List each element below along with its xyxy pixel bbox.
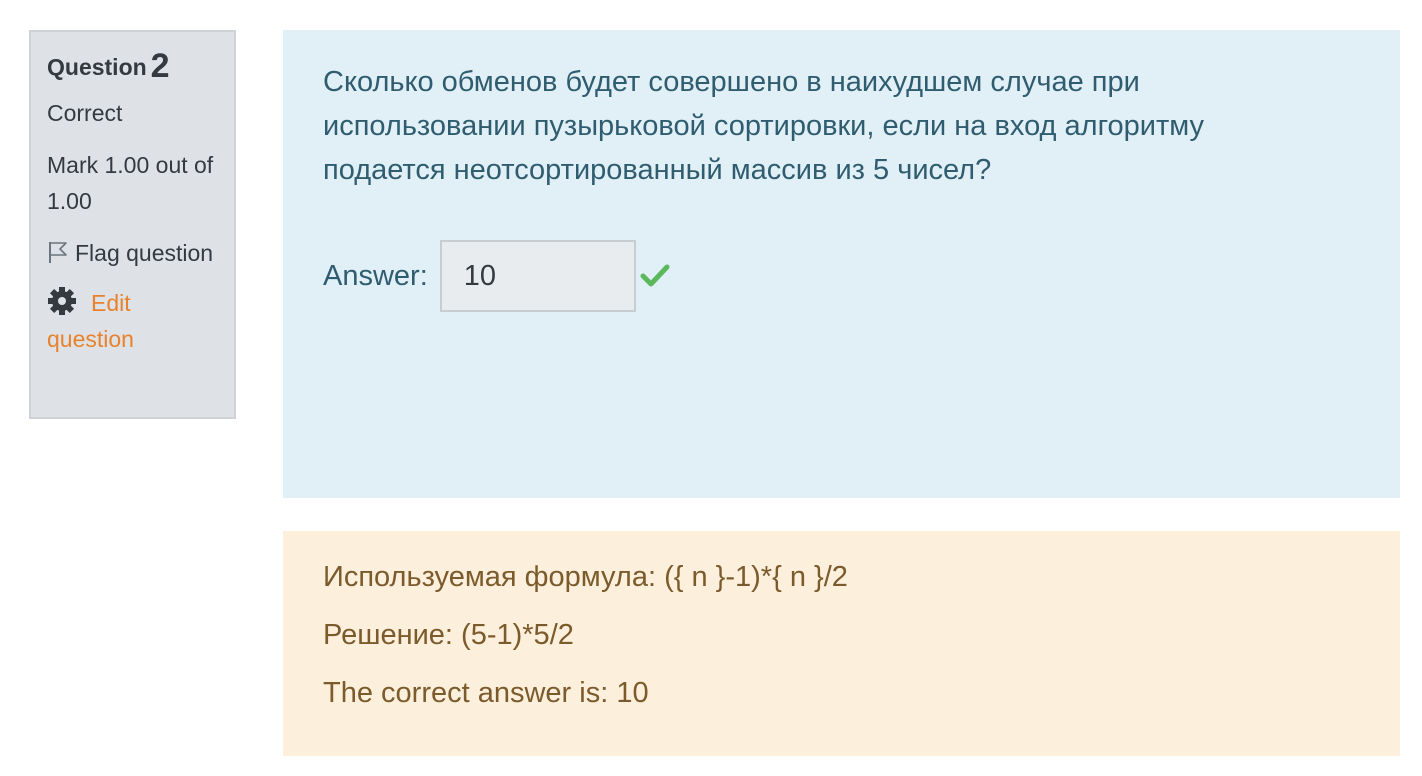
question-text: Сколько обменов будет совершено в наихуд… (323, 66, 1205, 186)
question-state: Correct (47, 100, 123, 126)
solution-text: Решение: (5-1)*5/2 (323, 619, 574, 651)
answer-label: Answer: (323, 259, 428, 292)
formula-text: Используемая формула: ({ n }-1)*{ n }/2 (323, 561, 848, 593)
answer-input[interactable] (439, 240, 636, 312)
correct-answer-text: The correct answer is: 10 (323, 677, 649, 709)
flag-icon (47, 238, 69, 263)
question-label: Question (47, 54, 147, 80)
question-number-heading: Question 2 (47, 46, 218, 87)
check-icon (640, 264, 670, 287)
flag-question-button[interactable]: Flag question (47, 235, 218, 271)
question-grade: Mark 1.00 out of 1.00 (47, 152, 214, 214)
answer-feedback: Используемая формула: ({ n }-1)*{ n }/2 … (283, 531, 1400, 756)
answer-row: Answer: (323, 240, 670, 312)
question-info-panel: Question 2 Correct Mark 1.00 out of 1.00 … (29, 30, 236, 419)
question-formulation: Сколько обменов будет совершено в наихуд… (283, 30, 1400, 498)
flag-question-label: Flag question (75, 240, 214, 266)
edit-question-link[interactable]: Edit question (47, 285, 218, 357)
question-number: 2 (150, 47, 170, 85)
gear-icon (47, 286, 77, 316)
